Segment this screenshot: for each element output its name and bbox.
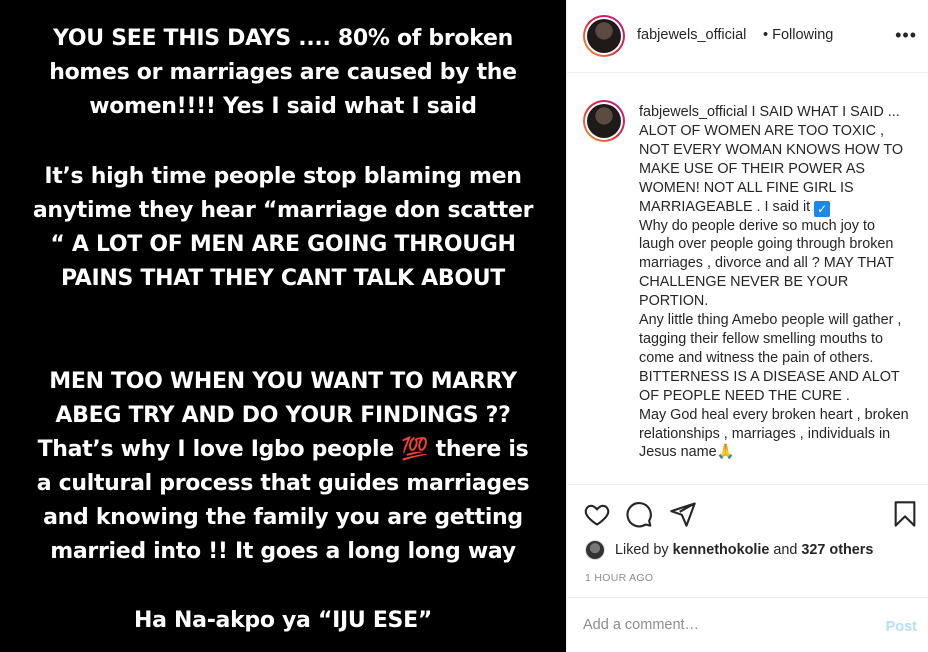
avatar-photo xyxy=(587,19,621,53)
comment-input[interactable] xyxy=(583,617,843,633)
image-text-line: women!!!! Yes I said what I said xyxy=(89,94,477,119)
comment-bar: Post xyxy=(567,597,928,652)
caption-username-link[interactable]: fabjewels_official xyxy=(639,104,748,120)
likes-count-link[interactable]: 327 others xyxy=(801,542,873,558)
image-text-line: married into !! It goes a long long way xyxy=(50,539,516,564)
post-header: fabjewels_official • Following ••• xyxy=(567,0,928,73)
header-username-link[interactable]: fabjewels_official xyxy=(637,27,746,43)
paper-plane-icon[interactable] xyxy=(669,500,697,528)
caption-text: May God heal every broken heart , broken… xyxy=(639,406,909,461)
image-text-paragraph-2: It’s high time people stop blaming men a… xyxy=(0,160,566,296)
image-text-line: and knowing the family you are getting xyxy=(43,505,523,530)
likes-summary: Liked by kennethokolie and 327 others xyxy=(567,538,928,560)
more-options-icon[interactable]: ••• xyxy=(895,26,917,44)
caption-text: BITTERNESS IS A DISEASE AND ALOT OF PEOP… xyxy=(639,368,900,404)
caption: fabjewels_official I SAID WHAT I SAID ..… xyxy=(639,103,909,462)
caption-avatar[interactable] xyxy=(583,100,625,142)
image-text-line: It’s high time people stop blaming men xyxy=(44,164,522,189)
comments-section[interactable]: fabjewels_official I SAID WHAT I SAID ..… xyxy=(567,73,928,484)
image-text-line: “ A LOT OF MEN ARE GOING THROUGH xyxy=(50,232,516,257)
image-text-line: That’s why I love Igbo people 💯 there is xyxy=(37,437,529,462)
image-text-line: homes or marriages are caused by the xyxy=(49,60,517,85)
image-text-line: PAINS THAT THEY CANT TALK ABOUT xyxy=(60,266,506,291)
following-button[interactable]: • Following xyxy=(763,27,833,43)
image-text-paragraph-1: YOU SEE THIS DAYS .... 80% of broken hom… xyxy=(0,22,566,124)
image-text-line: MEN TOO WHEN YOU WANT TO MARRY xyxy=(49,369,517,394)
heart-icon[interactable] xyxy=(583,500,611,528)
avatar-photo xyxy=(587,104,621,138)
liker-username-link[interactable]: kennethokolie xyxy=(673,542,770,558)
likes-middle: and xyxy=(769,542,802,558)
post-comment-button[interactable]: Post xyxy=(886,619,917,635)
image-text-paragraph-4: Ha Na-akpo ya “IJU ESE” xyxy=(0,604,566,638)
bookmark-icon[interactable] xyxy=(891,500,919,528)
post-timestamp[interactable]: 1 HOUR AGO xyxy=(585,572,653,584)
caption-text: Any little thing Amebo people will gathe… xyxy=(639,312,902,366)
action-bar xyxy=(567,484,928,544)
post-sidebar: fabjewels_official • Following ••• fabje… xyxy=(566,0,928,652)
comment-icon[interactable] xyxy=(625,500,653,528)
avatar[interactable] xyxy=(583,15,625,57)
check-mark-icon: ✓ xyxy=(814,200,831,217)
caption-text: Why do people derive so much joy to laug… xyxy=(639,217,894,310)
liker-avatar[interactable] xyxy=(585,540,605,560)
post-image: YOU SEE THIS DAYS .... 80% of broken hom… xyxy=(0,0,566,652)
image-text-line: YOU SEE THIS DAYS .... 80% of broken xyxy=(53,26,513,51)
image-text-line: anytime they hear “marriage don scatter xyxy=(32,198,534,223)
likes-prefix: Liked by xyxy=(615,542,673,558)
image-text-line: Ha Na-akpo ya “IJU ESE” xyxy=(134,608,432,633)
caption-text: I SAID WHAT I SAID ... ALOT OF WOMEN ARE… xyxy=(639,104,904,215)
image-text-paragraph-3: MEN TOO WHEN YOU WANT TO MARRY ABEG TRY … xyxy=(0,365,566,569)
image-text-line: ABEG TRY AND DO YOUR FINDINGS ?? xyxy=(55,403,511,428)
image-text-line: a cultural process that guides marriages xyxy=(36,471,530,496)
